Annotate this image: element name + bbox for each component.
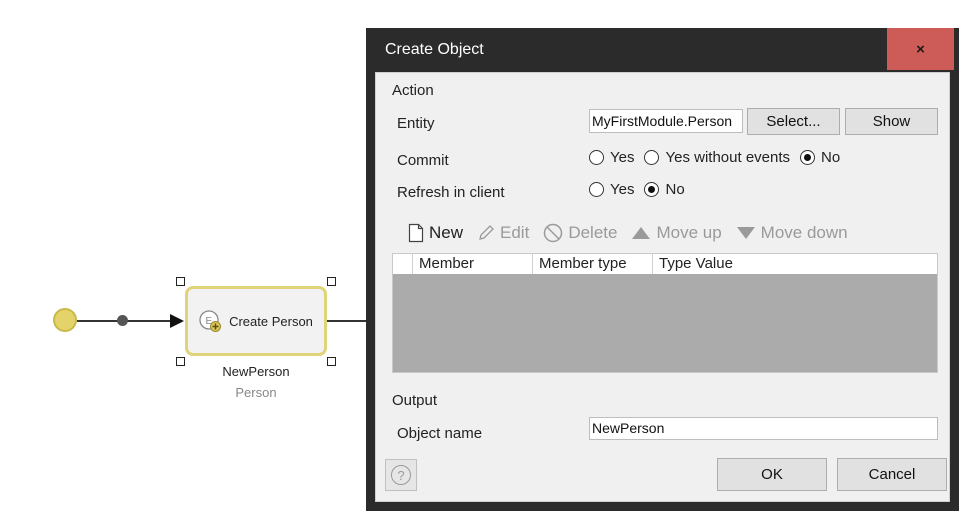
radio-button-icon <box>589 150 604 165</box>
radio-label: Yes <box>610 149 635 166</box>
action-section-title: Action <box>392 82 434 99</box>
move-up-button[interactable]: Move up <box>631 223 722 243</box>
activity-label: Create Person <box>229 313 313 329</box>
prohibited-icon <box>543 223 563 243</box>
radio-button-checked-icon <box>644 182 660 197</box>
activity-variable-name: NewPerson <box>222 364 290 379</box>
radio-label: Yes without events <box>665 149 791 166</box>
commit-radio-yes-without-events[interactable]: Yes without events <box>644 149 790 166</box>
move-down-button[interactable]: Move down <box>736 223 848 243</box>
radio-label: No <box>821 149 841 166</box>
edit-label: Edit <box>500 223 530 242</box>
grid-header-spacer <box>393 254 413 274</box>
refresh-radio-no[interactable]: No <box>644 181 685 198</box>
grid-header-type-value[interactable]: Type Value <box>653 254 937 274</box>
member-toolbar: New Edit Delete Move up Move down <box>408 221 862 245</box>
create-object-activity[interactable]: E Create Person <box>185 286 327 356</box>
delete-member-button[interactable]: Delete <box>543 223 617 243</box>
pencil-icon <box>477 224 495 242</box>
delete-label: Delete <box>568 223 618 242</box>
resize-handle-bottom-right[interactable] <box>327 357 336 366</box>
cancel-button[interactable]: Cancel <box>837 458 947 491</box>
ok-button[interactable]: OK <box>717 458 827 491</box>
select-entity-button[interactable]: Select... <box>747 108 840 135</box>
new-member-button[interactable]: New <box>408 223 463 243</box>
radio-button-icon <box>644 150 660 165</box>
entity-label: Entity <box>397 115 435 132</box>
edit-member-button[interactable]: Edit <box>477 223 529 243</box>
entity-field[interactable]: MyFirstModule.Person <box>589 109 743 133</box>
close-button[interactable]: × <box>887 28 954 70</box>
outgoing-flow[interactable] <box>327 320 367 322</box>
show-entity-button[interactable]: Show <box>845 108 938 135</box>
move-up-label: Move up <box>656 223 722 242</box>
radio-button-checked-icon <box>800 150 816 165</box>
refresh-label: Refresh in client <box>397 184 505 201</box>
activity-entity-type: Person <box>235 385 277 400</box>
resize-handle-top-right[interactable] <box>327 277 336 286</box>
help-button[interactable]: ? <box>385 459 417 491</box>
radio-label: Yes <box>610 181 635 198</box>
grid-header-member-type[interactable]: Member type <box>533 254 653 274</box>
commit-radio-group: Yes Yes without events No <box>589 149 850 166</box>
new-document-icon <box>408 223 424 243</box>
member-grid[interactable]: Member Member type Type Value <box>392 253 938 373</box>
object-name-label: Object name <box>397 425 483 442</box>
radio-button-icon <box>589 182 604 197</box>
refresh-radio-yes[interactable]: Yes <box>589 181 634 198</box>
radio-label: No <box>665 181 685 198</box>
close-icon: × <box>916 40 925 58</box>
object-name-input[interactable]: NewPerson <box>589 417 938 440</box>
commit-label: Commit <box>397 152 449 169</box>
arrow-head-icon <box>170 314 184 328</box>
resize-handle-top-left[interactable] <box>176 277 185 286</box>
commit-radio-yes[interactable]: Yes <box>589 149 634 166</box>
grid-header-member[interactable]: Member <box>413 254 533 274</box>
dialog-titlebar[interactable]: Create Object × <box>366 28 959 72</box>
move-down-label: Move down <box>760 223 848 242</box>
commit-radio-no[interactable]: No <box>800 149 840 166</box>
dialog-title: Create Object <box>385 41 484 58</box>
triangle-down-icon <box>736 226 756 240</box>
help-icon: ? <box>391 465 411 485</box>
resize-handle-bottom-left[interactable] <box>176 357 185 366</box>
refresh-radio-group: Yes No <box>589 181 695 198</box>
output-section-title: Output <box>392 392 438 409</box>
start-event[interactable] <box>53 308 77 332</box>
triangle-up-icon <box>631 226 651 240</box>
dialog-body: Action Entity MyFirstModule.Person Selec… <box>375 72 950 502</box>
flow-midpoint-dot[interactable] <box>117 315 128 326</box>
create-object-dialog: Create Object × Action Entity MyFirstMod… <box>366 28 959 511</box>
create-object-icon: E <box>199 309 223 333</box>
grid-header: Member Member type Type Value <box>393 254 937 274</box>
new-label: New <box>429 223 464 242</box>
